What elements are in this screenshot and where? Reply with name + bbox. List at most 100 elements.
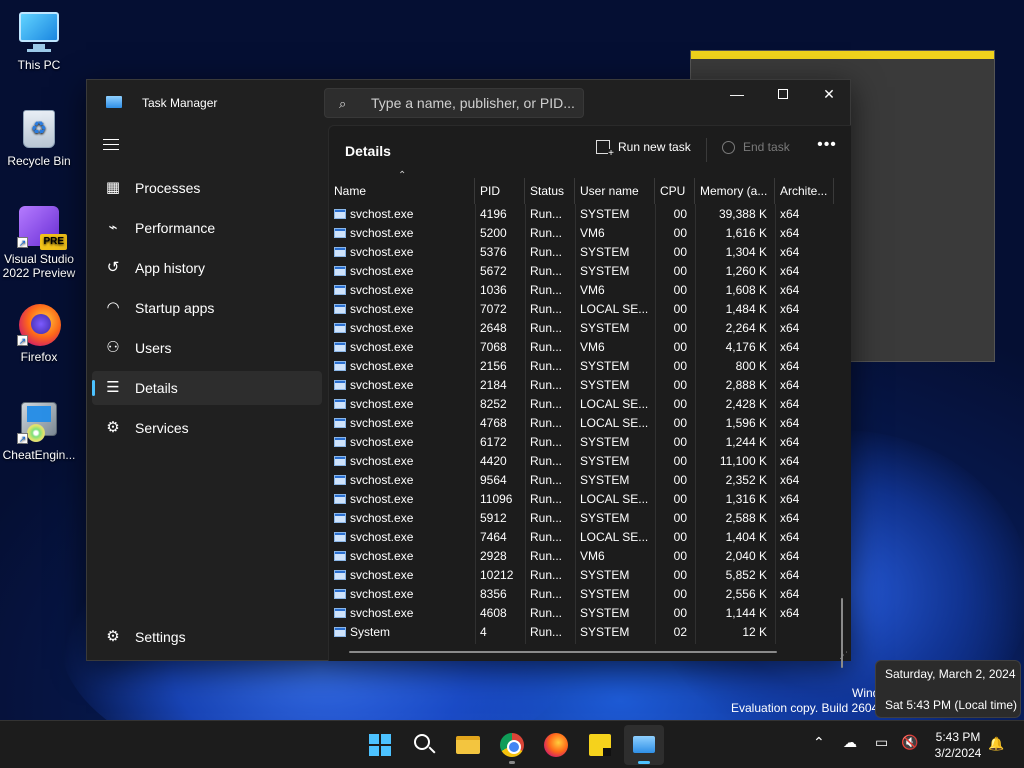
cell-name: svchost.exe	[329, 319, 475, 338]
table-row[interactable]: svchost.exe 2648 Run... SYSTEM 00 2,264 K x64	[329, 319, 834, 338]
process-table: svchost.exe 4196 Run... SYSTEM 00 39,388 K x64…	[329, 204, 834, 644]
cell-pid: 7068	[480, 340, 507, 354]
table-row[interactable]: svchost.exe 4196 Run... SYSTEM 00 39,388 K x64	[329, 205, 834, 224]
notification-bell-icon[interactable]: 🔔	[988, 736, 1004, 751]
run-task-icon	[596, 140, 614, 159]
cell-memory: 1,244 K	[725, 435, 767, 449]
more-options-button[interactable]: •••	[815, 137, 839, 160]
nav-item-services[interactable]: ⚙ Services	[92, 411, 322, 445]
cell-status: Run...	[530, 207, 563, 221]
end-task-button[interactable]: End task	[722, 140, 790, 164]
cell-name: svchost.exe	[329, 205, 475, 224]
search-input[interactable]	[371, 94, 576, 112]
hamburger-menu-icon[interactable]	[103, 139, 119, 153]
table-row[interactable]: svchost.exe 4420 Run... SYSTEM 00 11,100 K x64	[329, 452, 834, 471]
column-header-architecture[interactable]: Archite...	[775, 178, 834, 204]
network-icon[interactable]: ▭	[875, 734, 888, 751]
search-box[interactable]: ⌕	[324, 88, 584, 118]
table-row[interactable]: svchost.exe 1036 Run... VM6 00 1,608 K x64	[329, 281, 834, 300]
resize-grip-icon[interactable]: ⋰	[839, 650, 849, 660]
cell-pid: 6172	[480, 435, 507, 449]
firefox-icon: ↗	[17, 302, 61, 346]
cell-user: SYSTEM	[580, 473, 630, 487]
desktop-icon-this-pc[interactable]: This PC	[0, 10, 78, 72]
table-row[interactable]: svchost.exe 7072 Run... LOCAL SE... 00 1,484 …	[329, 300, 834, 319]
title-bar[interactable]: Task Manager ⌕ — ✕	[87, 80, 852, 125]
nav-item-details[interactable]: ☰ Details	[92, 371, 322, 405]
taskbar-firefox[interactable]	[536, 725, 576, 765]
cell-user: SYSTEM	[580, 321, 630, 335]
taskbar-clock[interactable]: 5:43 PM 3/2/2024	[924, 725, 992, 765]
desktop-icon-recycle-bin[interactable]: ♻ Recycle Bin	[0, 106, 78, 168]
table-row[interactable]: svchost.exe 6172 Run... SYSTEM 00 1,244 K x64	[329, 433, 834, 452]
nav-item-users[interactable]: ⚇ Users	[92, 331, 322, 365]
clock-tooltip: Saturday, March 2, 2024 Sat 5:43 PM (Loc…	[875, 660, 1021, 718]
onedrive-icon[interactable]: ☁	[843, 734, 857, 751]
cell-name: svchost.exe	[329, 300, 475, 319]
horizontal-scrollbar[interactable]	[349, 651, 777, 653]
nav-item-processes[interactable]: ▦ Processes	[92, 171, 322, 205]
taskbar-date: 3/2/2024	[934, 746, 982, 760]
column-header-memory[interactable]: Memory (a...	[695, 178, 775, 204]
table-row[interactable]: System 4 Run... SYSTEM 02 12 K	[329, 623, 834, 642]
desktop-icon-cheat-engine[interactable]: ↗ CheatEngin...	[0, 400, 78, 462]
column-header-cpu[interactable]: CPU	[655, 178, 695, 204]
table-row[interactable]: svchost.exe 7464 Run... LOCAL SE... 00 1,404 …	[329, 528, 834, 547]
table-row[interactable]: svchost.exe 8252 Run... LOCAL SE... 00 2,428 …	[329, 395, 834, 414]
table-row[interactable]: svchost.exe 11096 Run... LOCAL SE... 00 1,316…	[329, 490, 834, 509]
volume-muted-icon[interactable]: 🔇	[901, 734, 918, 751]
cell-status: Run...	[530, 321, 563, 335]
desktop-icon-firefox[interactable]: ↗ Firefox	[0, 302, 78, 364]
taskbar-sticky-notes[interactable]	[580, 725, 620, 765]
close-button[interactable]: ✕	[806, 80, 852, 110]
cell-pid: 7072	[480, 302, 507, 316]
table-row[interactable]: svchost.exe 4768 Run... LOCAL SE... 00 1,596 …	[329, 414, 834, 433]
show-hidden-icons-chevron-icon[interactable]: ⌃	[813, 734, 825, 751]
cell-pid: 2184	[480, 378, 507, 392]
column-header-status[interactable]: Status	[525, 178, 575, 204]
column-header-pid[interactable]: PID	[475, 178, 525, 204]
nav-item-app-history[interactable]: ↺ App history	[92, 251, 322, 285]
process-name: svchost.exe	[350, 359, 414, 373]
table-row[interactable]: svchost.exe 9564 Run... SYSTEM 00 2,352 K x64	[329, 471, 834, 490]
running-indicator	[509, 761, 515, 764]
table-row[interactable]: svchost.exe 5672 Run... SYSTEM 00 1,260 K x64	[329, 262, 834, 281]
process-icon	[334, 304, 346, 314]
cell-pid: 4420	[480, 454, 507, 468]
taskbar-task-manager[interactable]	[624, 725, 664, 765]
table-row[interactable]: svchost.exe 10212 Run... SYSTEM 00 5,852 K x64	[329, 566, 834, 585]
windows-logo-icon	[369, 734, 391, 756]
nav-item-settings[interactable]: ⚙ Settings	[92, 620, 322, 650]
table-row[interactable]: svchost.exe 4608 Run... SYSTEM 00 1,144 K x64	[329, 604, 834, 623]
table-row[interactable]: svchost.exe 7068 Run... VM6 00 4,176 K x64	[329, 338, 834, 357]
table-row[interactable]: svchost.exe 8356 Run... SYSTEM 00 2,556 K x64	[329, 585, 834, 604]
cell-cpu: 00	[673, 207, 687, 221]
cell-architecture: x64	[780, 397, 800, 411]
table-row[interactable]: svchost.exe 5200 Run... VM6 00 1,616 K x64	[329, 224, 834, 243]
folder-icon	[456, 736, 480, 754]
cell-pid: 5200	[480, 226, 507, 240]
table-row[interactable]: svchost.exe 2156 Run... SYSTEM 00 800 K x64	[329, 357, 834, 376]
cell-architecture: x64	[780, 511, 800, 525]
maximize-button[interactable]	[760, 80, 806, 110]
process-name: svchost.exe	[350, 378, 414, 392]
minimize-button[interactable]: —	[714, 80, 760, 110]
run-new-task-button[interactable]: Run new task	[596, 140, 691, 164]
column-header-user[interactable]: User name	[575, 178, 655, 204]
table-row[interactable]: svchost.exe 2184 Run... SYSTEM 00 2,888 K x64	[329, 376, 834, 395]
cell-architecture	[775, 623, 834, 642]
table-row[interactable]: svchost.exe 5912 Run... SYSTEM 00 2,588 K x64	[329, 509, 834, 528]
process-icon	[334, 494, 346, 504]
taskbar-chrome[interactable]	[492, 725, 532, 765]
taskbar-file-explorer[interactable]	[448, 725, 488, 765]
start-button[interactable]	[360, 725, 400, 765]
table-row[interactable]: svchost.exe 5376 Run... SYSTEM 00 1,304 K x64	[329, 243, 834, 262]
nav-item-performance[interactable]: ⌁ Performance	[92, 211, 322, 245]
taskbar-search-button[interactable]	[404, 725, 444, 765]
desktop-icon-visual-studio[interactable]: PRE ↗ Visual Studio 2022 Preview	[0, 204, 78, 280]
sticky-notes-icon	[589, 734, 611, 756]
table-row[interactable]: svchost.exe 2928 Run... VM6 00 2,040 K x64	[329, 547, 834, 566]
process-icon	[334, 285, 346, 295]
column-header-name[interactable]: Name	[329, 178, 475, 204]
nav-item-startup-apps[interactable]: ◠ Startup apps	[92, 291, 322, 325]
